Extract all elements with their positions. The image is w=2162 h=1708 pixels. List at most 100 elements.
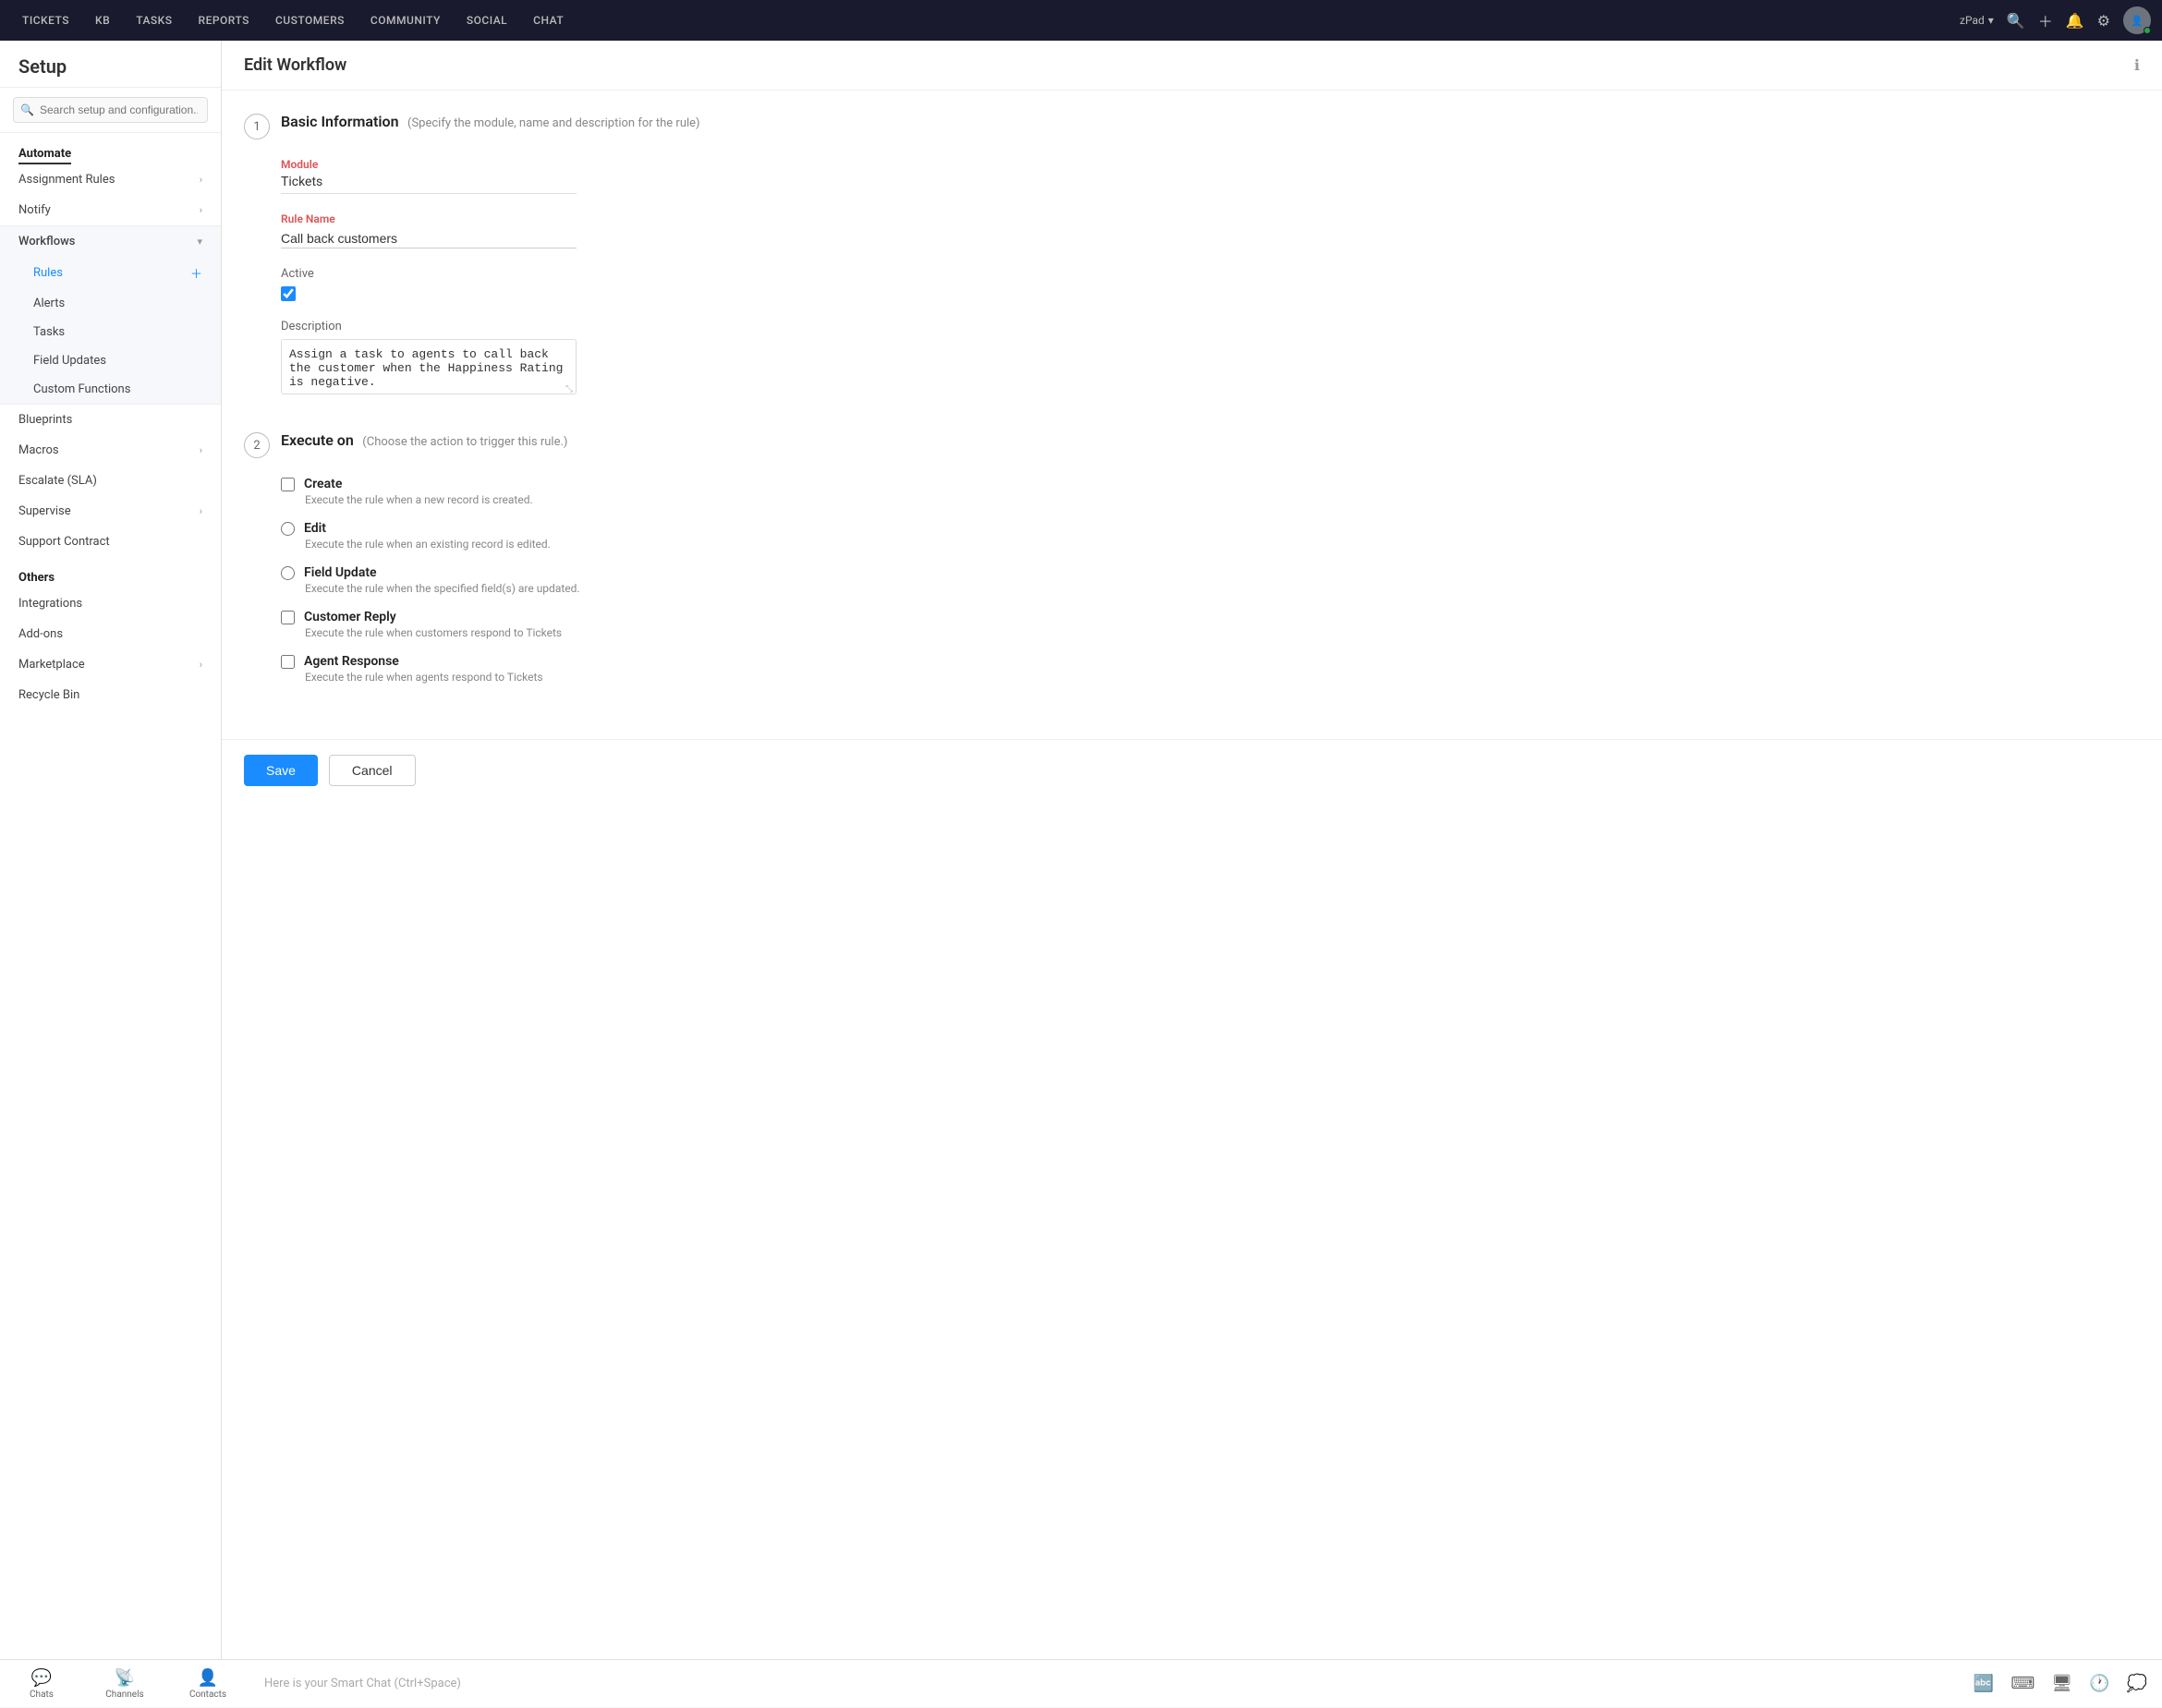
edit-radio[interactable] [281,522,295,536]
rule-name-input[interactable] [281,229,577,248]
sidebar-item-blueprints[interactable]: Blueprints [0,405,221,435]
execute-option-edit: Edit Execute the rule when an existing r… [281,521,2140,551]
active-field: Active [244,267,2140,301]
nav-reports[interactable]: REPORTS [188,8,261,32]
bottom-bar: 💬 Chats 📡 Channels 👤 Contacts Here is yo… [0,1659,2162,1707]
create-checkbox[interactable] [281,478,295,491]
bottom-nav-contacts[interactable]: 👤 Contacts [166,1660,249,1708]
content-body: 1 Basic Information (Specify the module,… [222,91,2162,739]
chats-icon: 💬 [31,1668,52,1688]
search-input[interactable] [13,97,208,123]
nav-kb[interactable]: KB [84,8,121,32]
main-layout: Setup 🔍 Automate Assignment Rules › Noti… [0,41,2162,1659]
rule-name-field: Rule Name [244,212,2140,248]
smart-chat-label[interactable]: Here is your Smart Chat (Ctrl+Space) [249,1677,1974,1690]
sidebar: Setup 🔍 Automate Assignment Rules › Noti… [0,41,222,1659]
content-header: Edit Workflow ℹ [222,41,2162,91]
sidebar-body: Automate Assignment Rules › Notify › Wor… [0,133,221,1659]
step-2-header: 2 Execute on (Choose the action to trigg… [244,431,2140,458]
sidebar-item-addons[interactable]: Add-ons [0,619,221,649]
automate-section-title: Automate [18,147,71,164]
nav-community[interactable]: COMMUNITY [359,8,452,32]
sidebar-subitem-custom-functions[interactable]: Custom Functions [0,375,221,404]
bottom-nav-chats[interactable]: 💬 Chats [0,1660,83,1708]
add-rule-button[interactable]: ＋ [190,264,202,282]
sidebar-item-workflows[interactable]: Workflows ▾ [0,226,221,257]
sidebar-search-area: 🔍 [0,88,221,133]
search-icon[interactable]: 🔍 [2007,12,2025,30]
execute-option-field-update: Field Update Execute the rule when the s… [281,565,2140,595]
agent-response-checkbox[interactable] [281,655,295,669]
bottom-navigation: 💬 Chats 📡 Channels 👤 Contacts [0,1660,249,1708]
zpad-button[interactable]: zPad ▾ [1960,14,1994,27]
step-2-title: Execute on [281,431,354,449]
notifications-icon[interactable]: 🔔 [2066,12,2084,30]
sidebar-item-macros[interactable]: Macros › [0,435,221,466]
sidebar-subitem-field-updates[interactable]: Field Updates [0,346,221,375]
info-icon[interactable]: ℹ [2134,56,2140,74]
sidebar-item-marketplace[interactable]: Marketplace › [0,649,221,680]
add-icon[interactable]: ＋ [2038,9,2053,31]
nav-social[interactable]: SOCIAL [455,8,518,32]
sidebar-subitem-tasks[interactable]: Tasks [0,318,221,346]
step-1-header: 1 Basic Information (Specify the module,… [244,113,2140,139]
active-checkbox[interactable] [281,286,296,301]
sidebar-item-integrations[interactable]: Integrations [0,588,221,619]
nav-chat[interactable]: CHAT [522,8,575,32]
module-value: Tickets [281,175,577,194]
nav-customers[interactable]: CUSTOMERS [264,8,356,32]
module-field: Module Tickets [244,158,2140,194]
execute-option-agent-response: Agent Response Execute the rule when age… [281,654,2140,684]
step-1-subtitle: (Specify the module, name and descriptio… [407,116,700,130]
sidebar-item-escalate[interactable]: Escalate (SLA) [0,466,221,496]
content-area: Edit Workflow ℹ 1 Basic Information (Spe… [222,41,2162,1659]
bottom-nav-channels[interactable]: 📡 Channels [83,1660,166,1708]
avatar[interactable]: 👤 [2123,6,2151,34]
sidebar-item-recycle-bin[interactable]: Recycle Bin [0,680,221,710]
form-actions: Save Cancel [222,739,2162,801]
step-2-number: 2 [244,432,270,458]
workflows-section: Workflows ▾ Rules ＋ Alerts Tasks Field U… [0,225,221,405]
sidebar-subitem-alerts[interactable]: Alerts [0,289,221,318]
keyboard-icon[interactable]: ⌨ [2010,1674,2034,1693]
description-label: Description [281,320,2140,333]
description-textarea[interactable]: Assign a task to agents to call back the… [281,339,577,394]
sidebar-item-supervise[interactable]: Supervise › [0,496,221,527]
step-1-title: Basic Information [281,113,399,130]
execute-option-customer-reply: Customer Reply Execute the rule when cus… [281,610,2140,639]
channels-icon: 📡 [115,1668,135,1688]
bottom-right-icons: 🔤 ⌨ 🖥 🕐 💭 [1974,1674,2162,1693]
resize-icon: ⤡ [565,384,573,394]
translate-icon[interactable]: 🔤 [1974,1674,1994,1693]
description-field: Description Assign a task to agents to c… [244,320,2140,398]
page-title: Edit Workflow [244,55,346,75]
nav-tickets[interactable]: TICKETS [11,8,80,32]
contacts-icon: 👤 [198,1668,218,1688]
nav-tasks[interactable]: TASKS [125,8,183,32]
sidebar-item-assignment-rules[interactable]: Assignment Rules › [0,164,221,195]
clock-icon[interactable]: 🕐 [2089,1674,2109,1693]
settings-icon[interactable]: ⚙ [2097,12,2110,30]
module-label: Module [281,158,2140,171]
sidebar-title: Setup [0,41,221,88]
cancel-button[interactable]: Cancel [329,755,416,786]
online-indicator [2144,27,2151,34]
sidebar-item-support-contract[interactable]: Support Contract [0,527,221,557]
message-icon[interactable]: 💭 [2127,1674,2147,1693]
execute-options: Create Execute the rule when a new recor… [244,477,2140,684]
rule-name-label: Rule Name [281,212,2140,225]
active-label: Active [281,267,2140,281]
others-section-title: Others [18,571,55,585]
customer-reply-checkbox[interactable] [281,611,295,624]
execute-option-create: Create Execute the rule when a new recor… [281,477,2140,506]
search-icon: 🔍 [20,103,34,116]
field-update-radio[interactable] [281,566,295,580]
step-2-subtitle: (Choose the action to trigger this rule.… [362,435,567,449]
step-1-number: 1 [244,114,270,139]
step-1-section: 1 Basic Information (Specify the module,… [244,113,2140,398]
sidebar-subitem-rules[interactable]: Rules ＋ [0,257,221,289]
screen-icon[interactable]: 🖥 [2051,1674,2072,1693]
save-button[interactable]: Save [244,755,318,786]
step-2-section: 2 Execute on (Choose the action to trigg… [244,431,2140,684]
sidebar-item-notify[interactable]: Notify › [0,195,221,225]
